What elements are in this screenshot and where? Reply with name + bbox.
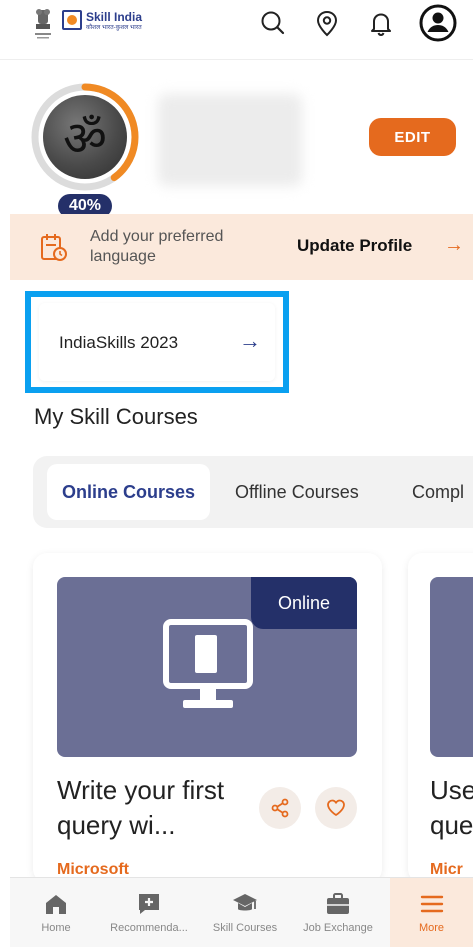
course-thumbnail: Online xyxy=(57,577,357,757)
tab-offline-courses[interactable]: Offline Courses xyxy=(235,464,359,520)
nav-label: Skill Courses xyxy=(212,922,278,934)
course-title-line: Use xyxy=(430,775,473,805)
nav-label: Job Exchange xyxy=(303,922,373,934)
avatar-image: ॐ xyxy=(43,95,127,179)
language-banner[interactable]: Add your preferred language Update Profi… xyxy=(10,214,473,280)
nav-recommendations[interactable]: Recommenda... xyxy=(102,878,196,947)
share-button[interactable] xyxy=(259,787,301,829)
briefcase-icon xyxy=(327,893,349,914)
nav-home[interactable]: Home xyxy=(20,878,92,947)
update-profile-link[interactable]: Update Profile xyxy=(297,236,412,256)
nav-more[interactable]: More xyxy=(390,878,473,947)
nav-label: More xyxy=(418,922,445,934)
indiaskills-highlight[interactable]: IndiaSkills 2023 → xyxy=(25,291,289,393)
tab-completed-courses[interactable]: Compl xyxy=(412,464,464,520)
app-header: Skill India कौशल भारत-कुशल भारत xyxy=(0,0,473,60)
calendar-clock-icon xyxy=(40,232,68,262)
nav-label: Recommenda... xyxy=(110,922,188,934)
course-tabs: Online Courses Offline Courses Compl xyxy=(33,456,473,528)
account-icon[interactable] xyxy=(418,3,458,43)
edit-profile-button[interactable]: EDIT xyxy=(369,118,456,156)
arrow-right-icon[interactable]: → xyxy=(444,234,464,257)
logo-subtitle: कौशल भारत-कुशल भारत xyxy=(86,25,142,31)
home-icon xyxy=(46,895,66,914)
search-icon[interactable] xyxy=(258,8,288,38)
bottom-navigation: Home Recommenda... Skill Courses Job Exc… xyxy=(10,877,473,947)
location-icon[interactable] xyxy=(312,8,342,38)
profile-section: ॐ 40% EDIT xyxy=(0,62,473,218)
nav-skill-courses[interactable]: Skill Courses xyxy=(206,878,284,947)
logo-title: Skill India xyxy=(86,10,143,24)
indiaskills-card[interactable]: IndiaSkills 2023 → xyxy=(39,303,275,381)
graduation-cap-icon xyxy=(233,894,257,911)
course-thumbnail xyxy=(430,577,473,757)
arrow-right-icon[interactable]: → xyxy=(239,328,261,354)
heart-icon xyxy=(327,799,345,816)
bell-icon[interactable] xyxy=(366,8,396,38)
recommendation-icon xyxy=(139,894,159,914)
tab-online-courses[interactable]: Online Courses xyxy=(47,464,210,520)
national-emblem-icon xyxy=(32,6,54,42)
indiaskills-label: IndiaSkills 2023 xyxy=(59,333,179,352)
profile-avatar[interactable]: ॐ 40% xyxy=(30,82,140,218)
course-title-line: que xyxy=(430,810,473,840)
course-card[interactable]: Use que Micr xyxy=(408,553,473,883)
language-prompt: Add your preferred language xyxy=(90,228,224,265)
blurred-user-name xyxy=(158,94,302,186)
skill-india-logo[interactable]: Skill India कौशल भारत-कुशल भारत xyxy=(62,10,142,38)
course-title: Use que xyxy=(430,773,473,843)
menu-icon xyxy=(420,895,443,913)
favorite-button[interactable] xyxy=(315,787,357,829)
nav-label: Home xyxy=(41,922,71,934)
monitor-icon xyxy=(163,619,253,715)
nav-job-exchange[interactable]: Job Exchange xyxy=(294,878,382,947)
section-title: My Skill Courses xyxy=(34,404,198,429)
course-title: Write your first query wi... xyxy=(57,775,225,840)
share-icon xyxy=(271,798,289,818)
skill-india-logo-mark-icon xyxy=(62,10,82,30)
course-card[interactable]: Online Write your first query wi... Micr… xyxy=(33,553,382,883)
online-badge: Online xyxy=(251,577,357,629)
om-symbol-icon: ॐ xyxy=(63,110,107,167)
